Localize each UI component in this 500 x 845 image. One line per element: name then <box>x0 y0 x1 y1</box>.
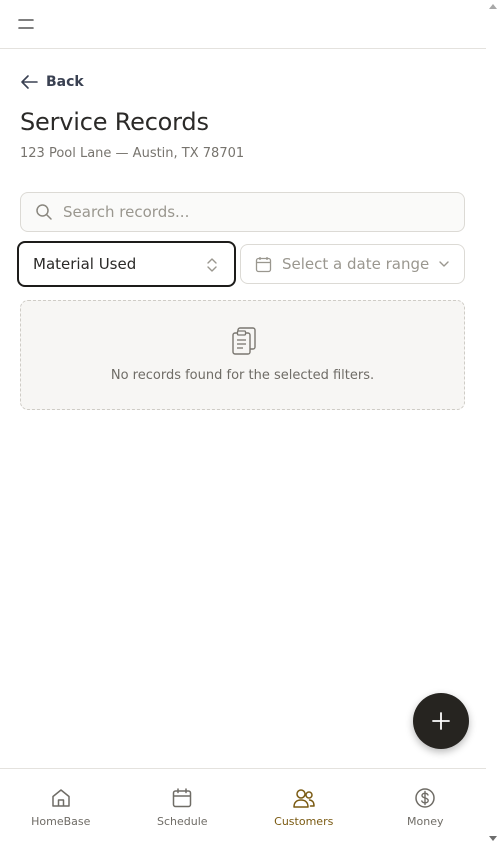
nav-item-schedule[interactable]: Schedule <box>122 769 244 845</box>
date-range-placeholder: Select a date range <box>282 255 430 273</box>
bottom-nav: HomeBase Schedule Customers Money <box>0 768 486 845</box>
scrollbar-up-arrow[interactable] <box>489 4 497 9</box>
date-range-select[interactable]: Select a date range <box>240 244 465 284</box>
record-type-value: Material Used <box>33 255 137 273</box>
search-box <box>20 192 465 232</box>
scrollbar-down-arrow[interactable] <box>489 836 497 841</box>
home-icon <box>52 789 70 807</box>
back-link[interactable]: Back <box>20 72 84 92</box>
arrow-left-icon <box>21 75 38 89</box>
menu-icon <box>18 19 34 29</box>
empty-state: No records found for the selected filter… <box>20 300 465 410</box>
plus-icon <box>432 712 450 730</box>
top-bar <box>0 0 486 49</box>
nav-item-money[interactable]: Money <box>365 769 487 845</box>
chevron-down-icon <box>439 261 449 267</box>
page-subtitle: 123 Pool Lane — Austin, TX 78701 <box>20 146 245 161</box>
nav-label-schedule: Schedule <box>156 815 208 828</box>
nav-label-homebase: HomeBase <box>31 815 91 828</box>
add-record-button[interactable] <box>413 693 469 749</box>
search-input[interactable] <box>63 203 443 221</box>
nav-label-customers: Customers <box>274 815 334 828</box>
back-label: Back <box>46 74 84 90</box>
nav-item-customers[interactable]: Customers <box>243 769 365 845</box>
nav-label-money: Money <box>407 815 444 828</box>
record-type-select[interactable]: Material Used <box>17 241 236 287</box>
calendar-icon <box>255 256 272 272</box>
menu-button[interactable] <box>14 12 38 36</box>
app-page: Back Service Records 123 Pool Lane — Aus… <box>0 0 500 845</box>
dollar-icon <box>415 788 435 808</box>
search-icon <box>36 204 52 220</box>
users-icon <box>293 789 315 808</box>
nav-item-homebase[interactable]: HomeBase <box>0 769 122 845</box>
calendar-icon <box>173 788 192 808</box>
clipboard-icon <box>232 327 256 355</box>
chevron-up-down-icon <box>207 258 217 272</box>
page-title: Service Records <box>20 108 209 136</box>
empty-state-message: No records found for the selected filter… <box>110 368 375 383</box>
